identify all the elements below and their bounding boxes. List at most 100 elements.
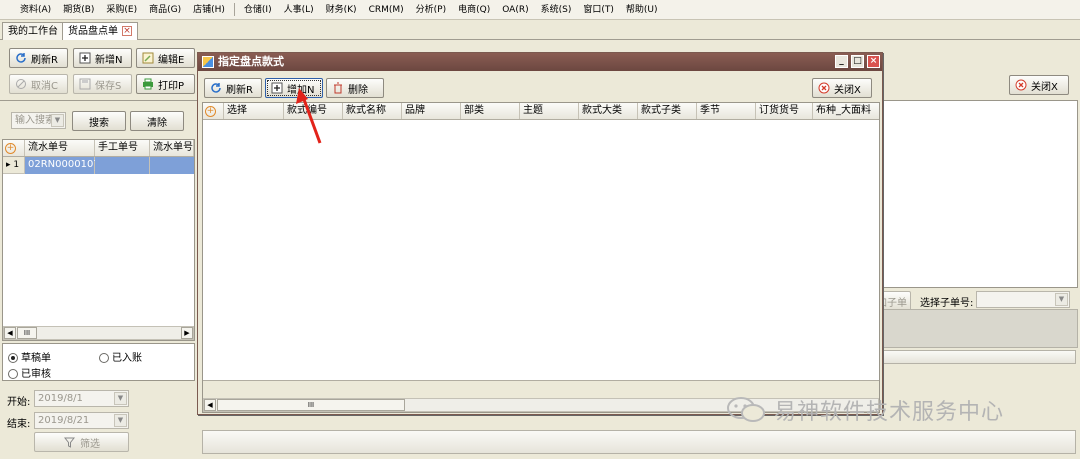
column-header[interactable]: 品牌 [402,103,461,119]
menu-crm[interactable]: CRM(M) [363,2,410,18]
column-header[interactable]: 款式大类 [579,103,638,119]
column-header[interactable]: 流水单号2 [150,140,194,156]
app-icon [202,56,214,68]
scroll-left-icon[interactable]: ◀ [204,399,216,411]
tab-label: 货品盘点单 [68,26,118,37]
menu-system[interactable]: 系统(S) [535,2,578,18]
bottom-bar [202,430,1076,454]
menu-ecommerce[interactable]: 电商(Q) [452,2,496,18]
cancel-button[interactable]: 取消C [9,74,68,94]
column-header[interactable]: 布种_大面料 [813,103,879,119]
scroll-right-icon[interactable]: ▶ [181,327,193,339]
close-button[interactable]: 关闭X [1009,75,1069,95]
menu-hr[interactable]: 人事(L) [278,2,320,18]
radio-posted[interactable]: 已入账 [99,349,142,364]
watermark: 易神软件技术服务中心 [726,393,1071,427]
status-radio-group: 草稿单 已入账 已审核 [2,343,195,381]
maximize-icon[interactable]: □ [851,55,864,68]
refresh-label: 刷新R [31,54,58,66]
horizontal-scrollbar[interactable]: ◀ III ▶ [3,326,194,340]
start-date-field[interactable]: 2019/8/1 ▼ [34,390,129,407]
radio-label: 已入账 [112,353,142,364]
column-header[interactable]: 选择 [224,103,284,119]
column-header[interactable]: 流水单号 [25,140,95,156]
column-header[interactable]: 季节 [697,103,756,119]
menu-goods[interactable]: 商品(G) [143,2,187,18]
scroll-thumb[interactable]: III [17,327,37,339]
radio-draft[interactable]: 草稿单 [8,349,51,364]
filter-button[interactable]: 筛选 [34,432,129,452]
save-icon [78,78,91,91]
minimize-icon[interactable]: _ [835,55,848,68]
column-header[interactable]: 款式子类 [638,103,697,119]
chevron-down-icon[interactable]: ▼ [114,414,127,427]
chevron-down-icon[interactable]: ▼ [114,392,127,405]
search-input[interactable]: 输入搜索 ▼ [11,112,66,129]
radio-audited[interactable]: 已审核 [8,365,51,380]
print-button[interactable]: 打印P [136,74,195,94]
cell-manual[interactable] [95,157,150,174]
cancel-icon [14,78,27,91]
save-button[interactable]: 保存S [73,74,132,94]
annotation-arrow [296,88,322,144]
edit-button[interactable]: 编辑E [136,48,195,68]
save-label: 保存S [95,80,122,92]
menu-analysis[interactable]: 分析(P) [410,2,452,18]
radio-icon [8,369,18,379]
grid-corner[interactable]: + [203,103,224,119]
scroll-thumb[interactable]: III [217,399,405,411]
refresh-icon [209,82,222,95]
menu-help[interactable]: 帮助(U) [620,2,664,18]
chevron-down-icon[interactable]: ▼ [1055,293,1068,306]
cell-serial[interactable]: 02RN0000107 [25,157,100,174]
menu-data[interactable]: 资料(A) [14,2,57,18]
menu-store[interactable]: 店铺(H) [187,2,231,18]
close-icon[interactable]: × [867,55,880,68]
row-index: 1 [13,160,20,170]
menu-purchase[interactable]: 采购(E) [100,2,143,18]
grid-header: + 流水单号 手工单号 流水单号2 [3,140,194,157]
add-icon [78,52,91,65]
chevron-down-icon[interactable]: ▼ [51,114,64,127]
dialog-close-button[interactable]: 关闭X [812,78,872,98]
clear-label: 清除 [147,117,167,129]
dialog-refresh-label: 刷新R [226,84,253,96]
new-button[interactable]: 新增N [73,48,132,68]
select-sub-dropdown[interactable]: ▼ [976,291,1070,308]
column-header[interactable]: 主题 [520,103,579,119]
table-row[interactable]: ▸ 1 02RN0000107 [3,157,194,174]
edit-label: 编辑E [158,54,185,66]
refresh-button[interactable]: 刷新R [9,48,68,68]
dialog-delete-label: 删除 [348,84,368,96]
close-circle-icon [817,82,830,95]
start-label: 开始: [7,397,31,408]
column-header[interactable]: 订货货号 [756,103,813,119]
dialog-close-label: 关闭X [834,84,861,96]
clear-button[interactable]: 清除 [130,111,184,131]
menu-finance[interactable]: 财务(K) [320,2,363,18]
tab-inventory-count[interactable]: 货品盘点单 × [62,22,138,40]
edit-icon [141,52,154,65]
select-sub-label: 选择子单号: [920,298,974,309]
search-label: 搜索 [89,117,109,129]
close-icon[interactable]: × [122,26,132,36]
search-button[interactable]: 搜索 [72,111,126,131]
cell-serial2[interactable] [150,157,194,174]
dialog-refresh-button[interactable]: 刷新R [204,78,262,98]
grid-corner[interactable]: + [3,140,25,156]
column-header[interactable]: 手工单号 [95,140,150,156]
column-header[interactable]: 款式名称 [343,103,402,119]
menu-futures[interactable]: 期货(B) [57,2,100,18]
tab-workbench[interactable]: 我的工作台 [2,22,64,40]
column-header[interactable]: 部类 [461,103,520,119]
cancel-label: 取消C [31,80,58,92]
menu-window[interactable]: 窗口(T) [577,2,620,18]
menu-oa[interactable]: OA(R) [496,2,534,18]
radio-label: 草稿单 [21,353,51,364]
chat-bubble-icon [727,397,765,422]
scroll-left-icon[interactable]: ◀ [4,327,16,339]
end-date-field[interactable]: 2019/8/21 ▼ [34,412,129,429]
menu-warehouse[interactable]: 仓储(I) [238,2,278,18]
dialog-delete-button[interactable]: 删除 [326,78,384,98]
dialog-title-bar[interactable]: 指定盘点款式 _ □ × [198,53,882,71]
